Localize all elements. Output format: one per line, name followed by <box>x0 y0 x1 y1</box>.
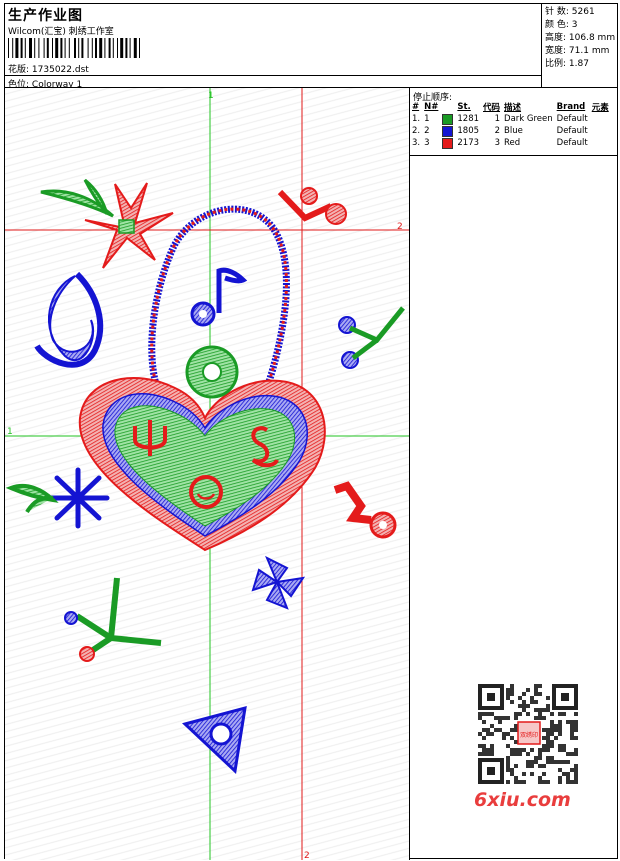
design-width: 宽度: 71.1 mm <box>545 46 610 56</box>
guide-label-v2: 2 <box>304 851 310 860</box>
divider <box>5 75 542 76</box>
design-ratio: 比例: 1.87 <box>545 59 589 69</box>
music-note <box>216 267 248 313</box>
table-row: 1. 1 1281 1 Dark Green Default <box>412 113 588 125</box>
color-table-header: # N# St. 代码 描述 Brand 元素 <box>412 101 613 113</box>
color-swatch <box>442 137 454 149</box>
green-sprig <box>64 577 162 662</box>
col-code: 代码 <box>483 103 501 113</box>
table-row: 2. 2 1805 2 Blue Default <box>412 125 588 137</box>
red-sprig <box>277 187 347 225</box>
col-element: 元素 <box>591 103 609 113</box>
qr-stamp-text: 双绣印 <box>520 731 538 739</box>
color-table: # N# St. 代码 描述 Brand 元素 1. 1 1281 1 Dark… <box>412 101 613 149</box>
red-swirl <box>333 481 372 524</box>
col-brand: Brand <box>556 102 586 112</box>
page-title: 生产作业图 <box>8 8 83 24</box>
green-leaf-top <box>40 178 115 218</box>
design-label: 花版: <box>8 65 30 75</box>
blue-cherries <box>338 306 405 369</box>
col-swatch <box>442 101 457 113</box>
guide-label-h1: 1 <box>7 427 13 437</box>
qr-code: 双绣印 <box>478 684 578 784</box>
blue-triangle <box>182 705 247 775</box>
green-leaf-left <box>5 483 59 514</box>
col-stitches: St. <box>457 102 471 112</box>
design-value: 1735022.dst <box>31 65 89 75</box>
software-subtitle: Wilcom(汇宝) 刺绣工作室 <box>8 27 114 37</box>
header-info: 生产作业图 Wilcom(汇宝) 刺绣工作室 花版: 1735022.dst 色… <box>5 4 542 90</box>
barcode <box>8 38 140 58</box>
color-count: 颜 色: 3 <box>545 20 578 30</box>
col-desc: 描述 <box>504 103 522 113</box>
blue-snowflake <box>46 467 110 529</box>
design-file: 花版: 1735022.dst <box>8 62 89 75</box>
color-swatch <box>442 125 454 137</box>
divider <box>410 155 617 156</box>
stats-panel: 针 数: 5261 颜 色: 3 高度: 106.8 mm 宽度: 71.1 m… <box>542 4 617 88</box>
watermark-logo: 6xiu.com <box>474 789 571 811</box>
stitch-count: 针 数: 5261 <box>545 7 595 17</box>
blue-pinwheel <box>251 555 306 610</box>
embroidery-canvas: 1 1 2 2 <box>5 88 410 860</box>
color-swatch <box>442 113 454 125</box>
table-row: 3. 3 2173 3 Red Default <box>412 137 588 149</box>
guide-label-v1: 1 <box>208 91 214 101</box>
col-n: N# <box>424 102 439 112</box>
design-height: 高度: 106.8 mm <box>545 33 616 43</box>
guide-label-h2: 2 <box>397 222 403 232</box>
embroidery-preview: 1 1 2 2 <box>5 88 409 860</box>
col-num: # <box>412 102 420 112</box>
